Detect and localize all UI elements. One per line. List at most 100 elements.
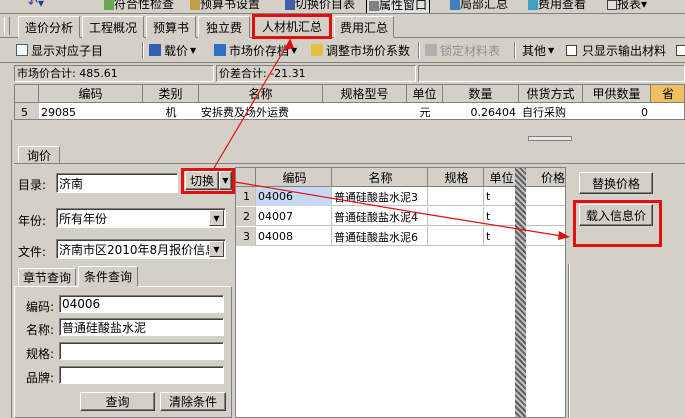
tab-budget-book[interactable]: 预算书 xyxy=(146,16,196,38)
tab-independent-fee[interactable]: 独立费 xyxy=(198,16,250,38)
tab-cost-analysis[interactable]: 造价分析 xyxy=(18,16,80,38)
toolbar-item-check[interactable]: 符合性检查 xyxy=(104,0,174,12)
other-menu-button[interactable]: 其他 ▼ xyxy=(522,39,554,61)
tab-project-overview[interactable]: 工程概况 xyxy=(82,16,144,38)
result-col-unit[interactable]: 单位 xyxy=(484,168,518,187)
result-col-name[interactable]: 名称 xyxy=(332,168,428,187)
toolbar-item-report[interactable]: 报表▾ xyxy=(607,0,647,12)
toolbar-item-settings[interactable]: 预算书设置 xyxy=(190,0,260,12)
row-name[interactable]: 普通硅酸盐水泥6 xyxy=(332,227,428,246)
file-dropdown-button[interactable]: ▼ xyxy=(209,241,224,257)
year-dropdown-button[interactable]: ▼ xyxy=(209,210,224,226)
list-icon xyxy=(16,44,28,56)
tab-chapter-query[interactable]: 章节查询 xyxy=(18,268,76,286)
file-select[interactable]: 济南市区2010年8月报价信息 ▼ xyxy=(56,239,226,259)
toolbar-item-partial-sum[interactable]: 局部汇总 xyxy=(450,0,508,12)
year-value: 所有年份 xyxy=(59,211,108,226)
tab-labor-material-summary[interactable]: 人材机汇总 xyxy=(252,14,332,39)
main-tab-strip: 造价分析 工程概况 预算书 独立费 人材机汇总 费用汇总 xyxy=(0,14,685,39)
show-child-button[interactable]: 显示对应子目 xyxy=(16,39,103,61)
row-unit[interactable]: t xyxy=(484,207,518,226)
adjust-coef-button[interactable]: 调整市场价系数 xyxy=(311,39,410,61)
name-input[interactable]: 普通硅酸盐水泥 xyxy=(59,318,224,336)
query-button[interactable]: 查询 xyxy=(80,392,155,411)
toolbar-item-properties[interactable]: 属性窗口 xyxy=(366,0,431,13)
upper-col-unit[interactable]: 单位 xyxy=(407,85,443,103)
load-info-price-button[interactable]: 载入信息价 xyxy=(579,204,653,226)
upper-col-a-qty[interactable]: 甲供数量 xyxy=(583,85,651,103)
market-file-button[interactable]: 市场价存档 ▼ xyxy=(214,39,297,61)
summary-bar: 市场价合计: 485.61 价差合计: -21.31 xyxy=(14,65,685,82)
left-side-scrollbar[interactable] xyxy=(3,120,12,418)
row-unit[interactable]: t xyxy=(484,187,518,206)
tab-condition-query[interactable]: 条件查询 xyxy=(78,266,138,287)
chevron-down-icon: ▼ xyxy=(213,213,220,223)
code-input[interactable]: 04006 xyxy=(59,295,224,313)
row-price[interactable] xyxy=(526,227,565,246)
checkbox[interactable] xyxy=(676,44,685,56)
chevron-down-icon: ▼ xyxy=(222,176,229,185)
replace-price-button[interactable]: 替换价格 xyxy=(579,172,653,194)
right-panel-divider xyxy=(568,264,570,418)
upper-row-code[interactable]: 29085 xyxy=(39,103,143,119)
toolbar-item-switch-table[interactable]: 切换价目表 xyxy=(285,0,355,12)
row-spec[interactable] xyxy=(428,227,484,246)
row-name[interactable]: 普通硅酸盐水泥3 xyxy=(332,187,428,206)
upper-row-spec[interactable] xyxy=(323,103,407,119)
only-output-checkbox[interactable]: 只显示输出材料 xyxy=(566,39,666,61)
row-price[interactable] xyxy=(526,207,565,226)
load-price-button[interactable]: 载价 ▼ xyxy=(149,39,196,61)
checkbox[interactable] xyxy=(566,44,577,56)
result-col-price[interactable]: 价格 xyxy=(526,168,565,187)
archive-icon xyxy=(214,44,226,56)
row-price[interactable] xyxy=(526,187,565,206)
upper-row-supply[interactable]: 自行采购 xyxy=(519,103,583,119)
spec-input[interactable] xyxy=(59,342,224,360)
row-code[interactable]: 04008 xyxy=(256,227,332,246)
chevron-down-icon: ▼ xyxy=(213,244,220,254)
top-toolbar: ↶▾ 符合性检查 预算书设置 切换价目表 属性窗口 局部汇总 费用查看 报表▾ xyxy=(0,0,685,14)
upper-col-code[interactable]: 编码 xyxy=(39,85,143,103)
clear-button[interactable]: 清除条件 xyxy=(160,392,226,411)
upper-col-supply[interactable]: 供货方式 xyxy=(519,85,583,103)
code-label: 编码: xyxy=(26,300,55,314)
lock-icon xyxy=(425,44,437,56)
column-splitter[interactable] xyxy=(515,168,526,417)
upper-row-unit[interactable]: 元 xyxy=(407,103,443,119)
row-code[interactable]: 04007 xyxy=(256,207,332,226)
brand-input[interactable] xyxy=(59,366,224,384)
chevron-down-icon: ▼ xyxy=(548,45,555,55)
sum-icon xyxy=(450,0,460,10)
dir-input[interactable]: 济南 xyxy=(56,173,178,193)
result-col-code[interactable]: 编码 xyxy=(256,168,332,187)
upper-row-qty[interactable]: 0.26404 xyxy=(443,103,519,119)
splitter-handle[interactable] xyxy=(528,136,572,141)
result-col-spec[interactable]: 规格 xyxy=(428,168,484,187)
upper-col-spec[interactable]: 规格型号 xyxy=(323,85,407,103)
switch-button[interactable]: 切换 xyxy=(185,171,219,190)
year-label: 年份: xyxy=(18,214,47,228)
upper-row-a-qty[interactable]: 0 xyxy=(583,103,651,119)
table-icon xyxy=(285,0,295,10)
extra-checkbox[interactable] xyxy=(676,39,685,61)
lock-table-button[interactable]: 锁定材料表 xyxy=(425,39,500,61)
row-name[interactable]: 普通硅酸盐水泥4 xyxy=(332,207,428,226)
pencil-icon xyxy=(311,44,323,56)
toolbar-item-fee-view[interactable]: 费用查看 xyxy=(528,0,586,12)
switch-dropdown-button[interactable]: ▼ xyxy=(219,171,232,190)
upper-col-type[interactable]: 类别 xyxy=(143,85,199,103)
year-select[interactable]: 所有年份 ▼ xyxy=(56,208,226,228)
upper-col-name[interactable]: 名称 xyxy=(199,85,323,103)
upper-row-type[interactable]: 机 xyxy=(143,103,199,119)
undo-icon[interactable]: ↶▾ xyxy=(28,0,44,10)
row-code[interactable]: 04006 xyxy=(256,187,332,206)
toolbar-separator xyxy=(142,42,144,59)
row-unit[interactable]: t xyxy=(484,227,518,246)
query-tab[interactable]: 询价 xyxy=(18,146,60,164)
upper-row-name[interactable]: 安拆费及场外运费 xyxy=(199,103,323,119)
row-spec[interactable] xyxy=(428,187,484,206)
upper-col-extra[interactable]: 省 xyxy=(651,85,684,103)
upper-col-qty[interactable]: 数量 xyxy=(443,85,519,103)
row-spec[interactable] xyxy=(428,207,484,226)
tab-fee-summary[interactable]: 费用汇总 xyxy=(334,16,394,38)
